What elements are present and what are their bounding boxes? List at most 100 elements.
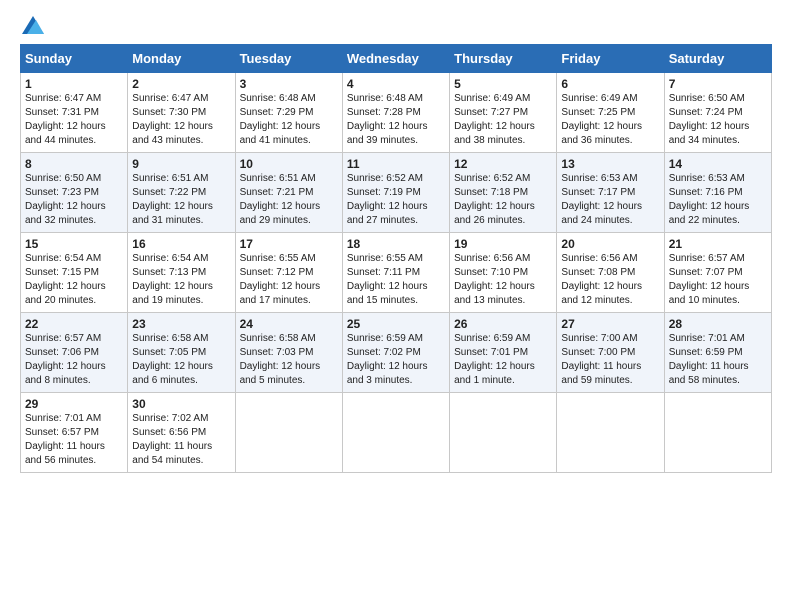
calendar-cell: 26 Sunrise: 6:59 AMSunset: 7:01 PMDaylig… (450, 313, 557, 393)
weekday-header-thursday: Thursday (450, 45, 557, 73)
calendar-cell: 7 Sunrise: 6:50 AMSunset: 7:24 PMDayligh… (664, 73, 771, 153)
day-number: 3 (240, 77, 338, 91)
calendar-cell (342, 393, 449, 473)
day-info: Sunrise: 6:47 AMSunset: 7:30 PMDaylight:… (132, 93, 213, 146)
day-number: 18 (347, 237, 445, 251)
calendar-cell: 8 Sunrise: 6:50 AMSunset: 7:23 PMDayligh… (21, 153, 128, 233)
day-number: 25 (347, 317, 445, 331)
logo-icon (22, 16, 44, 34)
day-info: Sunrise: 6:59 AMSunset: 7:01 PMDaylight:… (454, 333, 535, 386)
calendar-cell (235, 393, 342, 473)
day-number: 26 (454, 317, 552, 331)
calendar-cell: 17 Sunrise: 6:55 AMSunset: 7:12 PMDaylig… (235, 233, 342, 313)
calendar-cell: 21 Sunrise: 6:57 AMSunset: 7:07 PMDaylig… (664, 233, 771, 313)
calendar-cell: 15 Sunrise: 6:54 AMSunset: 7:15 PMDaylig… (21, 233, 128, 313)
day-number: 15 (25, 237, 123, 251)
day-info: Sunrise: 6:59 AMSunset: 7:02 PMDaylight:… (347, 333, 428, 386)
calendar-cell (664, 393, 771, 473)
day-info: Sunrise: 6:53 AMSunset: 7:17 PMDaylight:… (561, 173, 642, 226)
calendar-cell: 4 Sunrise: 6:48 AMSunset: 7:28 PMDayligh… (342, 73, 449, 153)
weekday-header-saturday: Saturday (664, 45, 771, 73)
logo (20, 16, 44, 34)
calendar-week-5: 29 Sunrise: 7:01 AMSunset: 6:57 PMDaylig… (21, 393, 772, 473)
day-info: Sunrise: 6:56 AMSunset: 7:08 PMDaylight:… (561, 253, 642, 306)
calendar-cell: 14 Sunrise: 6:53 AMSunset: 7:16 PMDaylig… (664, 153, 771, 233)
day-number: 30 (132, 397, 230, 411)
day-number: 2 (132, 77, 230, 91)
calendar-cell: 3 Sunrise: 6:48 AMSunset: 7:29 PMDayligh… (235, 73, 342, 153)
calendar-cell: 23 Sunrise: 6:58 AMSunset: 7:05 PMDaylig… (128, 313, 235, 393)
day-number: 8 (25, 157, 123, 171)
day-info: Sunrise: 6:51 AMSunset: 7:21 PMDaylight:… (240, 173, 321, 226)
day-number: 28 (669, 317, 767, 331)
day-info: Sunrise: 6:53 AMSunset: 7:16 PMDaylight:… (669, 173, 750, 226)
weekday-header-sunday: Sunday (21, 45, 128, 73)
calendar-cell: 19 Sunrise: 6:56 AMSunset: 7:10 PMDaylig… (450, 233, 557, 313)
day-number: 1 (25, 77, 123, 91)
day-info: Sunrise: 6:57 AMSunset: 7:07 PMDaylight:… (669, 253, 750, 306)
day-info: Sunrise: 7:02 AMSunset: 6:56 PMDaylight:… (132, 413, 212, 466)
day-info: Sunrise: 6:55 AMSunset: 7:11 PMDaylight:… (347, 253, 428, 306)
day-number: 23 (132, 317, 230, 331)
day-info: Sunrise: 6:57 AMSunset: 7:06 PMDaylight:… (25, 333, 106, 386)
day-number: 16 (132, 237, 230, 251)
calendar-cell: 20 Sunrise: 6:56 AMSunset: 7:08 PMDaylig… (557, 233, 664, 313)
weekday-header-wednesday: Wednesday (342, 45, 449, 73)
calendar-week-3: 15 Sunrise: 6:54 AMSunset: 7:15 PMDaylig… (21, 233, 772, 313)
day-info: Sunrise: 6:55 AMSunset: 7:12 PMDaylight:… (240, 253, 321, 306)
calendar-week-2: 8 Sunrise: 6:50 AMSunset: 7:23 PMDayligh… (21, 153, 772, 233)
day-number: 27 (561, 317, 659, 331)
day-number: 24 (240, 317, 338, 331)
calendar-week-4: 22 Sunrise: 6:57 AMSunset: 7:06 PMDaylig… (21, 313, 772, 393)
day-number: 7 (669, 77, 767, 91)
calendar-cell: 30 Sunrise: 7:02 AMSunset: 6:56 PMDaylig… (128, 393, 235, 473)
calendar-cell: 29 Sunrise: 7:01 AMSunset: 6:57 PMDaylig… (21, 393, 128, 473)
day-number: 11 (347, 157, 445, 171)
calendar-cell: 18 Sunrise: 6:55 AMSunset: 7:11 PMDaylig… (342, 233, 449, 313)
weekday-header-monday: Monday (128, 45, 235, 73)
day-info: Sunrise: 6:50 AMSunset: 7:23 PMDaylight:… (25, 173, 106, 226)
calendar-cell: 2 Sunrise: 6:47 AMSunset: 7:30 PMDayligh… (128, 73, 235, 153)
day-info: Sunrise: 7:00 AMSunset: 7:00 PMDaylight:… (561, 333, 641, 386)
calendar-cell: 11 Sunrise: 6:52 AMSunset: 7:19 PMDaylig… (342, 153, 449, 233)
calendar-cell: 25 Sunrise: 6:59 AMSunset: 7:02 PMDaylig… (342, 313, 449, 393)
day-info: Sunrise: 6:52 AMSunset: 7:19 PMDaylight:… (347, 173, 428, 226)
calendar-cell: 13 Sunrise: 6:53 AMSunset: 7:17 PMDaylig… (557, 153, 664, 233)
day-info: Sunrise: 6:58 AMSunset: 7:05 PMDaylight:… (132, 333, 213, 386)
calendar-cell (450, 393, 557, 473)
day-info: Sunrise: 6:58 AMSunset: 7:03 PMDaylight:… (240, 333, 321, 386)
calendar-cell: 22 Sunrise: 6:57 AMSunset: 7:06 PMDaylig… (21, 313, 128, 393)
day-info: Sunrise: 6:52 AMSunset: 7:18 PMDaylight:… (454, 173, 535, 226)
calendar-week-1: 1 Sunrise: 6:47 AMSunset: 7:31 PMDayligh… (21, 73, 772, 153)
day-info: Sunrise: 6:56 AMSunset: 7:10 PMDaylight:… (454, 253, 535, 306)
calendar-cell: 9 Sunrise: 6:51 AMSunset: 7:22 PMDayligh… (128, 153, 235, 233)
day-info: Sunrise: 6:51 AMSunset: 7:22 PMDaylight:… (132, 173, 213, 226)
day-info: Sunrise: 6:48 AMSunset: 7:28 PMDaylight:… (347, 93, 428, 146)
day-number: 5 (454, 77, 552, 91)
day-info: Sunrise: 7:01 AMSunset: 6:59 PMDaylight:… (669, 333, 749, 386)
weekday-header-friday: Friday (557, 45, 664, 73)
day-number: 4 (347, 77, 445, 91)
header (20, 16, 772, 34)
calendar-cell: 5 Sunrise: 6:49 AMSunset: 7:27 PMDayligh… (450, 73, 557, 153)
calendar-cell: 24 Sunrise: 6:58 AMSunset: 7:03 PMDaylig… (235, 313, 342, 393)
day-info: Sunrise: 6:54 AMSunset: 7:15 PMDaylight:… (25, 253, 106, 306)
calendar-cell: 27 Sunrise: 7:00 AMSunset: 7:00 PMDaylig… (557, 313, 664, 393)
day-number: 9 (132, 157, 230, 171)
day-number: 22 (25, 317, 123, 331)
day-info: Sunrise: 6:50 AMSunset: 7:24 PMDaylight:… (669, 93, 750, 146)
page: SundayMondayTuesdayWednesdayThursdayFrid… (0, 0, 792, 612)
day-info: Sunrise: 6:49 AMSunset: 7:25 PMDaylight:… (561, 93, 642, 146)
day-info: Sunrise: 6:54 AMSunset: 7:13 PMDaylight:… (132, 253, 213, 306)
day-info: Sunrise: 6:49 AMSunset: 7:27 PMDaylight:… (454, 93, 535, 146)
day-number: 20 (561, 237, 659, 251)
day-number: 12 (454, 157, 552, 171)
day-info: Sunrise: 7:01 AMSunset: 6:57 PMDaylight:… (25, 413, 105, 466)
day-number: 14 (669, 157, 767, 171)
day-info: Sunrise: 6:48 AMSunset: 7:29 PMDaylight:… (240, 93, 321, 146)
weekday-header-tuesday: Tuesday (235, 45, 342, 73)
day-number: 17 (240, 237, 338, 251)
calendar-cell: 28 Sunrise: 7:01 AMSunset: 6:59 PMDaylig… (664, 313, 771, 393)
day-number: 6 (561, 77, 659, 91)
day-info: Sunrise: 6:47 AMSunset: 7:31 PMDaylight:… (25, 93, 106, 146)
